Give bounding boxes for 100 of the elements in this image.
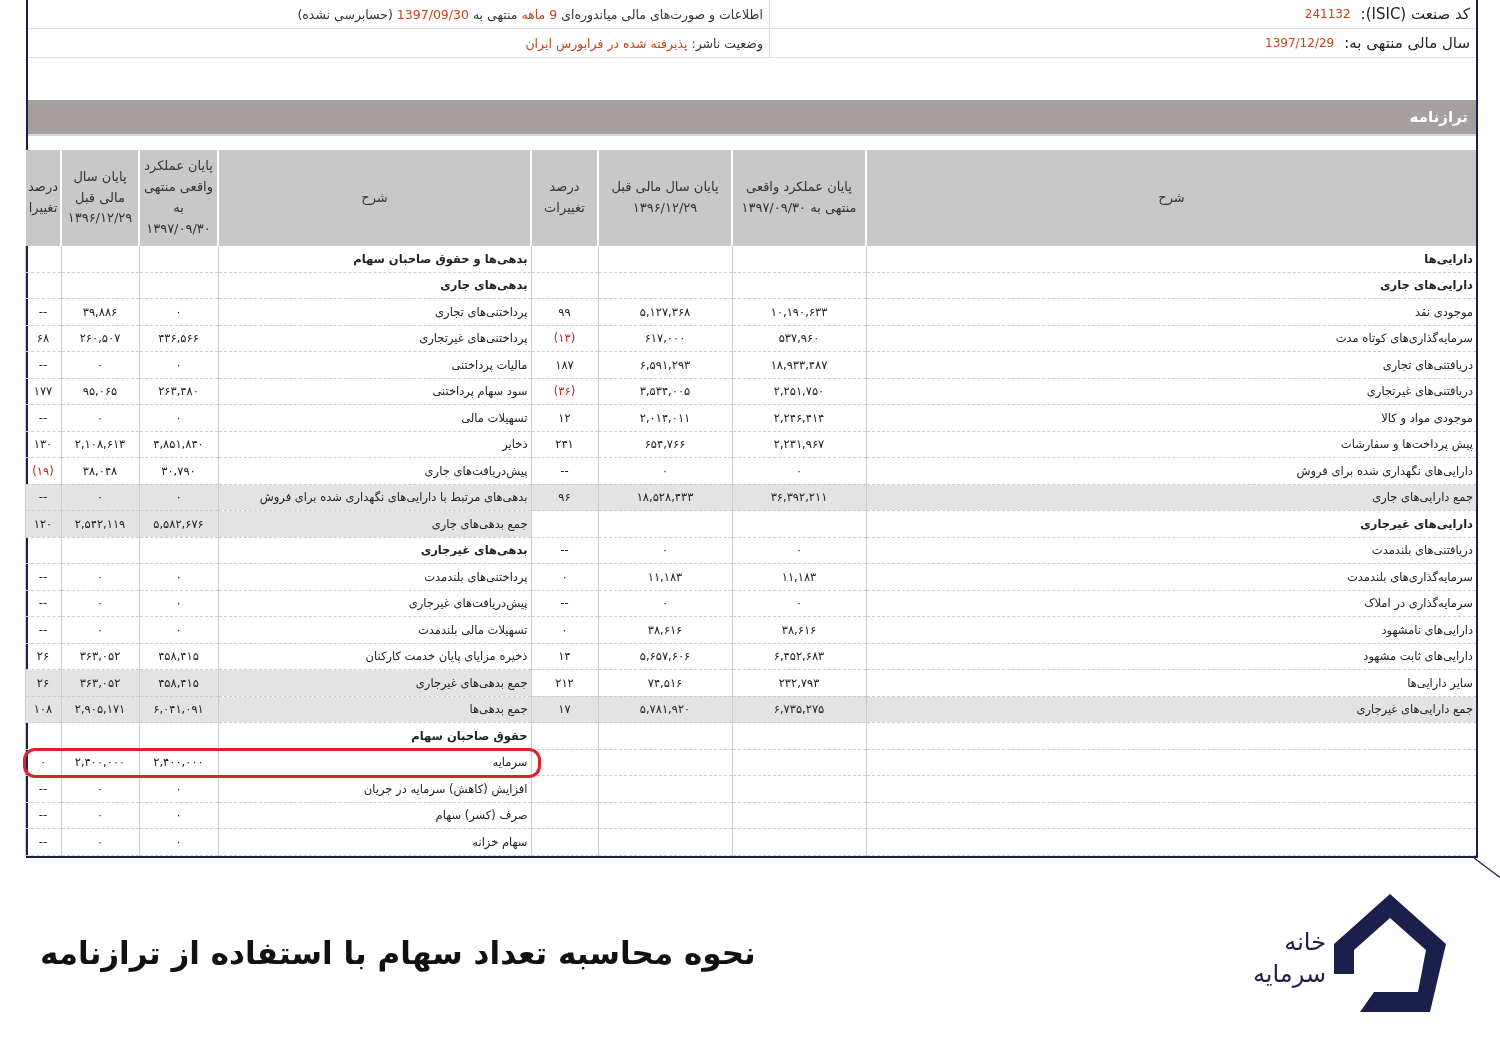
row-label: تسهیلات مالی: [461, 410, 528, 425]
table-cell: ۳۶۳,۰۵۲: [79, 649, 121, 664]
table-cell: ۵,۷۸۱,۹۲۰: [639, 702, 691, 717]
table-cell: ۰: [96, 410, 104, 425]
table-cell: ۰: [175, 622, 182, 637]
table-cell: ۶۵۴,۷۶۶: [644, 437, 686, 452]
column-header: پایان سال مالی قبل ۱۳۹۶/۱۲/۲۹: [598, 150, 732, 246]
row-label: دارایی‌های ثابت مشهود: [1363, 649, 1473, 664]
table-cell: ۰: [561, 622, 568, 637]
row-label: سرمایه: [492, 755, 528, 770]
table-cell: ۰: [96, 357, 104, 372]
row-label: بدهی‌های غیرجاری: [420, 543, 528, 558]
table-cell: --: [38, 304, 48, 319]
table-cell: ۵,۶۵۷,۶۰۶: [639, 649, 691, 664]
row-label: موجودی نقد: [1415, 304, 1473, 319]
info-label: کد صنعت (ISIC):: [1360, 5, 1470, 23]
table-cell: ۲,۴۰۰,۰۰۰: [153, 755, 204, 770]
row-label: بدهی‌های مرتبط با دارایی‌های نگهداری شده برای فروش: [259, 490, 528, 505]
row-label: دریافتنی‌های غیرتجاری: [1366, 384, 1473, 399]
table-cell: ۲,۲۳۱,۹۶۷: [773, 437, 825, 452]
table-cell: --: [560, 463, 569, 478]
table-cell: ۲,۵۴۲,۱۱۹: [74, 516, 126, 531]
brand-name: خانه: [1283, 928, 1326, 956]
row-label: حقوق صاحبان سهام: [411, 728, 528, 743]
table-cell: ۱۷۷: [33, 384, 53, 399]
table-cell: ۰: [96, 808, 104, 823]
table-cell: ۰: [795, 543, 803, 558]
table-cell: ۲,۰۱۴,۰۱۱: [639, 410, 691, 425]
table-cell: --: [560, 596, 569, 611]
row-label: پیش پرداخت‌ها و سفارشات: [1340, 437, 1473, 452]
table-cell: ۲۶: [36, 675, 50, 690]
table-cell: ۱۰,۱۹۰,۶۳۳: [770, 304, 828, 319]
table-cell: ۰: [96, 490, 104, 505]
table-cell: --: [38, 357, 48, 372]
row-label: جمع بدهی‌های جاری: [431, 516, 528, 531]
table-cell: ۱۸,۵۲۸,۴۳۳: [636, 490, 694, 505]
table-cell: ۲۶۳,۴۸۰: [158, 384, 199, 399]
row-label: موجودی مواد و کالا: [1381, 410, 1473, 425]
table-cell: ۰: [175, 834, 182, 849]
info-value: 241132: [1304, 7, 1351, 21]
row-label: سود سهام پرداختنی: [432, 384, 528, 399]
table-cell: ۰: [661, 596, 669, 611]
table-cell: ۰: [175, 357, 182, 372]
table-cell: --: [38, 569, 48, 584]
table-cell: ۱۰۸: [33, 702, 53, 717]
table-cell: ۰: [96, 781, 104, 796]
row-label: جمع بدهی‌های غیرجاری: [415, 675, 528, 690]
table-cell: --: [38, 410, 48, 425]
row-label: دارایی‌های غیرجاری: [1360, 516, 1473, 531]
table-cell: ۰: [175, 596, 182, 611]
row-label: دریافتنی‌های تجاری: [1382, 357, 1473, 372]
row-label: مالیات پرداختنی: [451, 357, 528, 372]
table-cell: ۵۳۷,۹۶۰: [778, 331, 820, 346]
table-cell: ۶,۵۹۱,۲۹۳: [639, 357, 691, 372]
row-label: سایر دارایی‌ها: [1407, 675, 1473, 690]
table-cell: ۱۷: [558, 702, 571, 717]
row-label: بدهی‌ها و حقوق صاحبان سهام: [353, 251, 528, 266]
row-label: سرمایه‌گذاری در املاک: [1364, 596, 1473, 611]
table-cell: ۰: [175, 490, 182, 505]
table-cell: ۰: [795, 596, 803, 611]
row-label: افزایش (کاهش) سرمایه در جریان: [363, 781, 528, 796]
column-header: شرح: [218, 150, 531, 246]
table-cell: ۰: [561, 569, 568, 584]
table-cell: ۲۶۰,۵۰۷: [79, 331, 121, 346]
table-cell: ۲۴۱: [555, 437, 574, 452]
brand-name: سرمایه: [1252, 960, 1326, 988]
row-label: سرمایه‌گذاری‌های بلندمدت: [1346, 569, 1473, 584]
row-label: پیش‌دریافت‌های غیرجاری: [408, 596, 528, 611]
section-header: ترازنامه: [28, 100, 1476, 136]
table-cell: ۰: [175, 808, 182, 823]
table-cell: ۳۸,۶۱۶: [781, 622, 817, 637]
table-cell: ۱۱,۱۸۳: [781, 569, 817, 584]
row-label: پرداختنی‌های تجاری: [435, 304, 528, 319]
info-value: 1397/12/29: [1265, 36, 1335, 50]
table-cell: ۶,۰۴۱,۰۹۱: [153, 702, 204, 717]
table-cell: ۱۴: [558, 649, 571, 664]
table-cell: ۹۶: [558, 490, 571, 505]
table-cell: ۰: [96, 569, 104, 584]
table-cell: ۲۱۲: [555, 675, 574, 690]
table-cell: ۰: [175, 304, 182, 319]
row-label: دارایی‌های نگهداری شده برای فروش: [1296, 463, 1473, 478]
table-cell: ۰: [39, 755, 47, 770]
table-cell: ۱۸,۹۳۳,۴۸۷: [770, 357, 828, 372]
table-cell: --: [38, 808, 48, 823]
column-header: پایان عملکرد واقعی منتهی به ۱۳۹۷/۰۹/۳۰: [139, 150, 218, 246]
table-cell: ۹۵,۰۶۵: [82, 384, 118, 399]
table-cell: ۲,۲۴۶,۴۱۴: [773, 410, 825, 425]
table-cell: ۶,۴۵۲,۶۸۳: [773, 649, 825, 664]
table-cell: ۵,۱۲۷,۳۶۸: [639, 304, 691, 319]
table-cell: ۰: [661, 543, 669, 558]
table-cell: ۱۲: [558, 410, 571, 425]
row-label: جمع بدهی‌ها: [469, 702, 528, 717]
table-cell: --: [38, 596, 48, 611]
row-label: دارایی‌ها: [1424, 251, 1473, 266]
row-label: پرداختنی‌های غیرتجاری: [419, 331, 528, 346]
info-label: سال مالی منتهی به:: [1344, 34, 1470, 52]
table-cell: ۶۸: [36, 331, 50, 346]
table-cell: ۴,۸۵۱,۸۴۰: [153, 437, 204, 452]
table-cell: ۰: [96, 622, 104, 637]
table-cell: ۰: [96, 596, 104, 611]
